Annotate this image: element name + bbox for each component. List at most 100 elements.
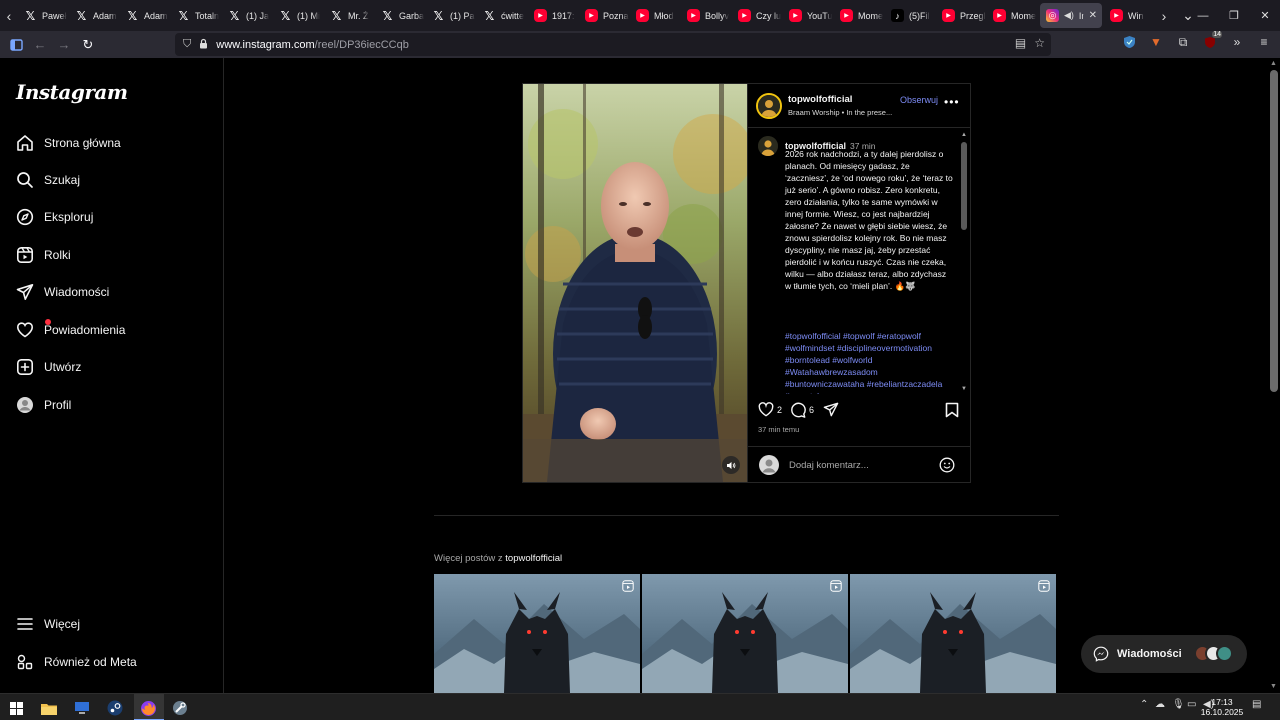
browser-tab[interactable]: ▶ Młod [630, 0, 681, 31]
share-button[interactable] [823, 402, 839, 417]
reload-icon[interactable]: ↻ [76, 33, 100, 57]
more-posts-user[interactable]: topwolfofficial [505, 553, 562, 564]
bookmark-star-icon[interactable]: ☆ [1034, 36, 1045, 50]
sidebar-item-explore[interactable]: Eksploruj [16, 205, 206, 229]
extensions-puzzle-icon[interactable]: ⧉ [1175, 34, 1191, 50]
file-explorer-icon[interactable] [39, 698, 59, 718]
remote-desktop-icon[interactable] [72, 698, 92, 718]
privacy-badger-extension-icon[interactable] [1121, 34, 1137, 50]
scroll-down-icon[interactable]: ▼ [1270, 683, 1277, 690]
sidebar-item-create[interactable]: Utwórz [16, 355, 206, 379]
scroll-up-icon[interactable]: ▲ [1270, 60, 1277, 67]
browser-tab[interactable]: 𝕏 Mr. Ż [324, 0, 375, 31]
tab-close-icon[interactable]: ✕ [1089, 10, 1102, 21]
browser-tab[interactable]: 𝕏 Adam [120, 0, 171, 31]
post-username[interactable]: topwolfofficial [788, 94, 852, 105]
sidebar-item-also-from-meta[interactable]: Również od Meta [16, 650, 206, 674]
minimize-icon[interactable]: — [1188, 0, 1218, 31]
page-scroll-thumb[interactable] [1270, 70, 1278, 392]
browser-tab[interactable]: ▶ YouTu [783, 0, 834, 31]
mute-icon[interactable] [722, 456, 740, 474]
sidebar-item-reels[interactable]: Rolki [16, 243, 206, 267]
microphone-icon[interactable]: 🎙 [1172, 699, 1185, 710]
notification-center-icon[interactable]: ▤ [1252, 699, 1261, 710]
reader-view-icon[interactable]: ▤ [1015, 36, 1026, 50]
post-music[interactable]: Braam Worship • In the prese... [788, 108, 892, 117]
caption-avatar[interactable] [758, 136, 778, 156]
browser-tab[interactable]: 𝕏 (1) Pa [426, 0, 477, 31]
tray-overflow-icon[interactable]: ⌃ [1140, 699, 1148, 710]
back-icon[interactable]: ← [28, 33, 52, 57]
firefox-icon[interactable] [138, 698, 158, 718]
reel-badge-icon [622, 579, 634, 597]
menu-hamburger-icon[interactable]: ≡ [1256, 34, 1272, 50]
profile-icon [16, 396, 34, 414]
scroll-up-icon[interactable]: ▲ [961, 132, 967, 138]
caption-scroll-thumb[interactable] [961, 142, 967, 230]
save-button[interactable] [945, 402, 959, 418]
onedrive-icon[interactable]: ☁ [1155, 699, 1165, 710]
browser-tab[interactable]: ▶ Bollyv [681, 0, 732, 31]
comment-button[interactable]: 6 [790, 402, 814, 418]
app-wrench-icon[interactable] [170, 698, 190, 718]
speaker-icon[interactable]: ◀) [1064, 10, 1074, 21]
browser-tab[interactable]: ▶ 1917: [528, 0, 579, 31]
reel-video[interactable] [523, 84, 747, 482]
page-scrollbar[interactable]: ▲ ▼ [1268, 58, 1280, 693]
scroll-down-icon[interactable]: ▼ [961, 386, 967, 392]
browser-tab[interactable]: 𝕏 Totaln [171, 0, 222, 31]
fox-extension-icon[interactable]: ▼ [1148, 34, 1164, 50]
url-text[interactable]: www.instagram.com/reel/DP36iecCCqb [216, 39, 409, 51]
post-thumbnail[interactable] [642, 574, 848, 693]
author-avatar[interactable] [756, 93, 782, 119]
browser-tab[interactable]: ▶ Mome [834, 0, 885, 31]
forward-icon[interactable]: → [52, 33, 76, 57]
tracking-shield-icon[interactable]: ⛉ [183, 38, 191, 51]
network-icon[interactable]: ▭ [1187, 699, 1196, 710]
restore-icon[interactable]: ❐ [1219, 0, 1249, 31]
overflow-chevrons-icon[interactable]: » [1229, 34, 1245, 50]
steam-icon[interactable] [105, 698, 125, 718]
browser-tab[interactable]: ▶ Mome [987, 0, 1038, 31]
windows-start-icon[interactable] [6, 698, 26, 718]
sidebar-item-profile[interactable]: Profil [16, 393, 206, 417]
browser-tab[interactable]: 𝕏 Garba [375, 0, 426, 31]
browser-tab[interactable]: ▶ Pozna [579, 0, 630, 31]
sidebar-item-notifications[interactable]: Powiadomienia [16, 318, 206, 342]
browser-tab[interactable]: ▶ Czy lu [732, 0, 783, 31]
emoji-icon[interactable] [939, 457, 955, 478]
more-options-icon[interactable]: ••• [944, 95, 960, 109]
caption-hashtags[interactable]: #topwolfofficial #topwolf #eratopwolf #w… [785, 330, 953, 394]
post-thumbnail[interactable] [434, 574, 640, 693]
sidebar-item-home[interactable]: Strona główna [16, 131, 206, 155]
taskbar-clock[interactable]: 17:13 16.10.2025 [1200, 697, 1244, 717]
browser-tab[interactable]: 𝕏 (1) Ja [222, 0, 273, 31]
sidebar-item-messages[interactable]: Wiadomości [16, 280, 206, 304]
sidebar-item-search[interactable]: Szukaj [16, 168, 206, 192]
follow-button[interactable]: Obserwuj [900, 95, 938, 105]
close-window-icon[interactable]: ✕ [1250, 0, 1280, 31]
browser-tab[interactable]: 𝕏 (1) Mi [273, 0, 324, 31]
post-thumbnail[interactable] [850, 574, 1056, 693]
lock-icon[interactable] [199, 36, 208, 54]
browser-tab[interactable]: ▶ Przegl [936, 0, 987, 31]
browser-tab[interactable]: 𝕏 Paweł [18, 0, 69, 31]
messages-pill-button[interactable]: Wiadomości [1081, 635, 1247, 673]
sidebar-item-label: Eksploruj [44, 210, 94, 224]
tab-scroll-right-icon[interactable]: › [1155, 0, 1173, 31]
browser-tab[interactable]: ♪ (5)Fil [885, 0, 936, 31]
browser-tab[interactable]: 𝕏ćwitte [477, 0, 528, 31]
sidebar-toggle-icon[interactable] [4, 33, 28, 57]
instagram-logo[interactable]: Instagram [16, 80, 128, 104]
url-bar[interactable]: ⛉ www.instagram.com/reel/DP36iecCCqb ▤ ☆ [175, 33, 1051, 56]
sidebar-item-label: Strona główna [44, 136, 121, 150]
comment-input[interactable]: Dodaj komentarz... [789, 460, 869, 471]
like-button[interactable]: 2 [758, 402, 782, 417]
sidebar-item-more[interactable]: Więcej [16, 612, 206, 636]
tab-active-instagram[interactable]: ◎ ◀) Inst ✕ [1040, 3, 1102, 28]
tab-scroll-left-icon[interactable]: ‹ [0, 0, 18, 31]
tab-next[interactable]: ▶ Win [1104, 0, 1155, 31]
browser-tab[interactable]: 𝕏 Adam [69, 0, 120, 31]
ublock-extension-icon[interactable]: 14 [1202, 31, 1222, 50]
caption-scrollbar[interactable]: ▲ ▼ [959, 132, 969, 394]
